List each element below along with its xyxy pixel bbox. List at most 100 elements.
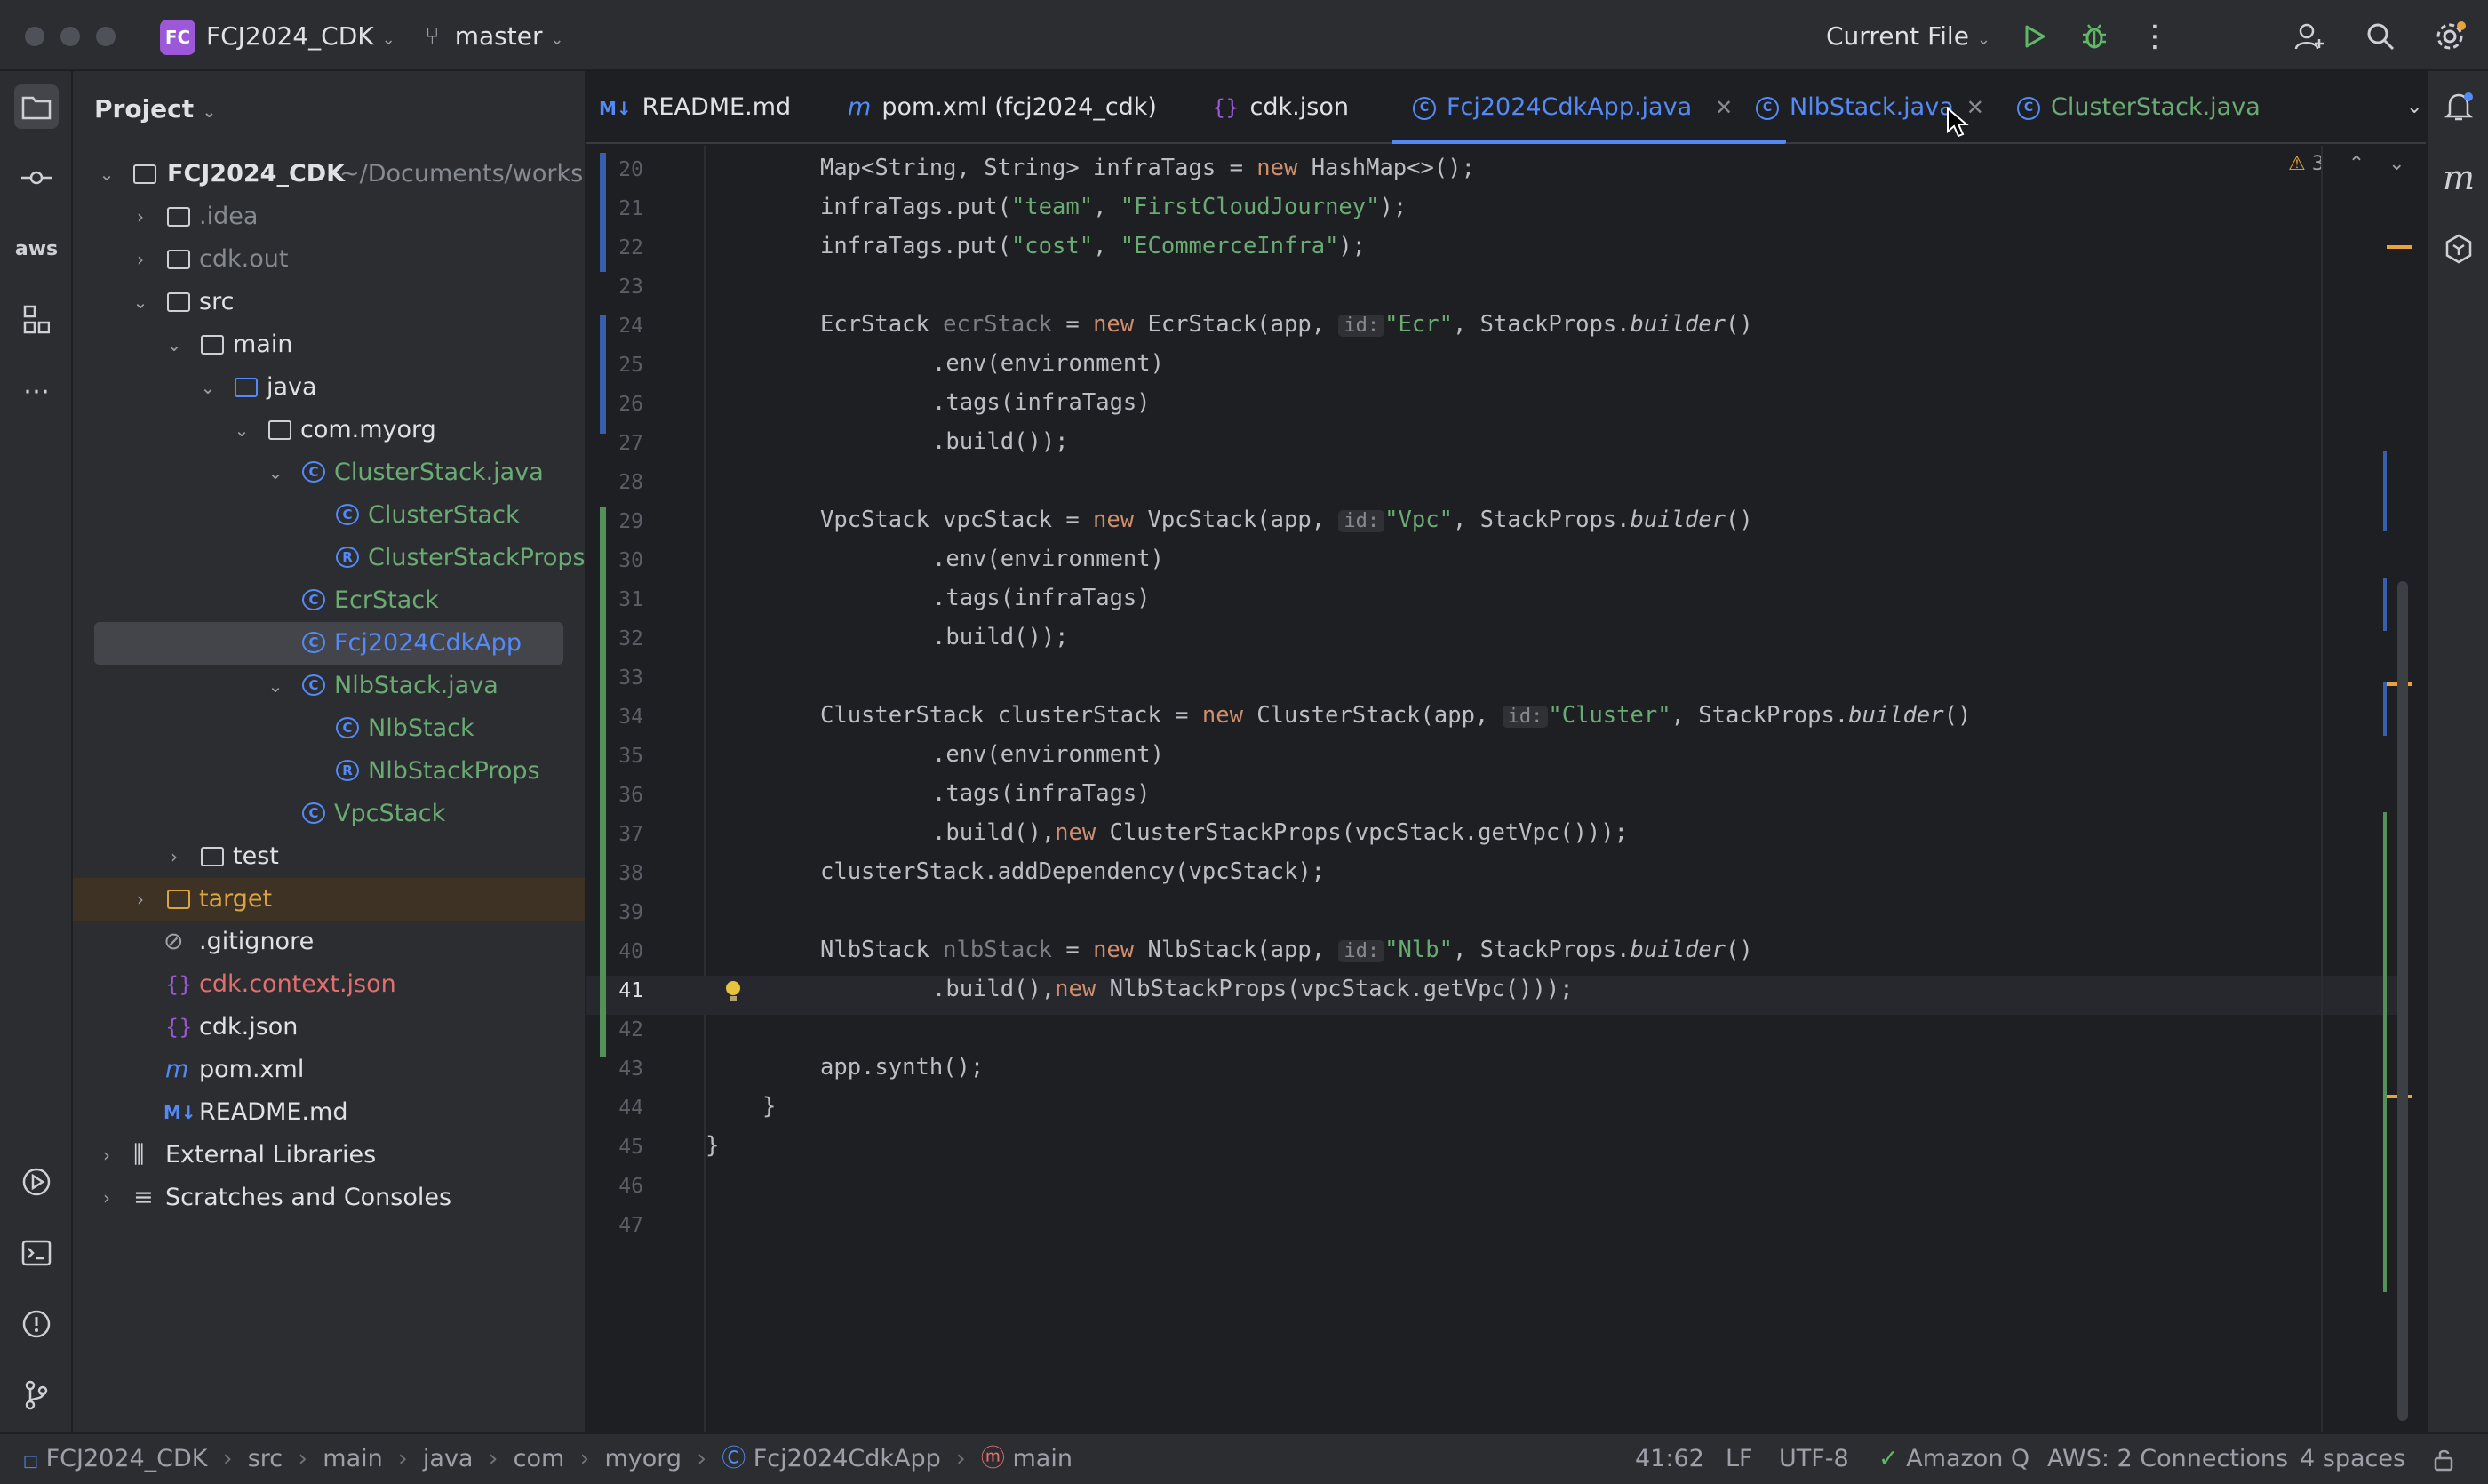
more-actions-icon[interactable]: ⋮ <box>2136 18 2173 55</box>
services-tool-button[interactable] <box>14 1160 59 1204</box>
tree-item-clusterstack[interactable]: C ClusterStack <box>73 494 585 537</box>
search-button[interactable] <box>2362 18 2399 55</box>
project-switcher[interactable]: FCJ2024_CDK ⌄ <box>206 21 395 51</box>
tree-item-fcj2024cdkapp[interactable]: C Fcj2024CdkApp <box>94 622 563 665</box>
tree-item-external-libraries[interactable]: › ⫼ External Libraries <box>73 1134 585 1177</box>
notifications-button[interactable] <box>2436 84 2481 129</box>
tab-list-dropdown[interactable]: ⌄ <box>2406 71 2422 144</box>
project-badge[interactable]: FC <box>160 20 195 55</box>
tab-fcj2024cdkapp[interactable]: C Fcj2024CdkApp.java ✕ <box>1391 71 1787 144</box>
tree-item-ecrstack[interactable]: C EcrStack <box>73 579 585 622</box>
markdown-icon: M↓ <box>163 1102 196 1123</box>
chevron-right-icon[interactable]: › <box>163 835 185 878</box>
caret-position[interactable]: 41:62 <box>1635 1434 1704 1484</box>
breadcrumb-item[interactable]: com <box>514 1445 565 1472</box>
breadcrumb-item[interactable]: FCJ2024_CDK <box>46 1445 208 1472</box>
chevron-down-icon[interactable]: ⌄ <box>197 366 219 409</box>
maven-tool-button[interactable]: m <box>2436 156 2481 200</box>
lock-icon[interactable] <box>2433 1434 2456 1484</box>
tree-item-src[interactable]: ⌄ src <box>73 281 585 323</box>
change-stripe-marker[interactable] <box>2383 682 2387 736</box>
chevron-up-icon[interactable]: ⌃ <box>2348 153 2364 175</box>
aws-connections[interactable]: AWS: 2 Connections <box>2047 1434 2288 1484</box>
chevron-down-icon[interactable]: ⌄ <box>231 409 252 451</box>
aws-toolkit-button[interactable]: aws <box>14 227 59 271</box>
change-stripe-marker[interactable] <box>2383 451 2387 531</box>
tree-item-scratches[interactable]: › ≡ Scratches and Consoles <box>73 1177 585 1219</box>
tree-item-java[interactable]: ⌄ java <box>73 366 585 409</box>
tree-item-target[interactable]: › target <box>73 878 585 921</box>
chevron-down-icon[interactable]: ⌄ <box>96 153 117 195</box>
inspection-widget[interactable]: ⚠ 3 ⌃ ⌄ <box>2288 153 2405 175</box>
zoom-window-button[interactable] <box>96 27 116 46</box>
change-stripe-marker[interactable] <box>2383 812 2387 1292</box>
tree-item-vpcstack[interactable]: C VpcStack <box>73 793 585 835</box>
run-button[interactable] <box>2015 18 2053 55</box>
tree-item-cdk-context-json[interactable]: {} cdk.context.json <box>73 963 585 1006</box>
chevron-down-icon[interactable]: ⌄ <box>2388 153 2404 175</box>
chevron-down-icon[interactable]: ⌄ <box>265 665 286 707</box>
tree-item-main[interactable]: ⌄ main <box>73 323 585 366</box>
tree-item-readme[interactable]: M↓ README.md <box>73 1091 585 1134</box>
tab-pom-xml[interactable]: m pom.xml (fcj2024_cdk) <box>848 71 1157 144</box>
line-ending[interactable]: LF <box>1726 1434 1753 1484</box>
tree-item-package[interactable]: ⌄ com.myorg <box>73 409 585 451</box>
amazon-q-status[interactable]: ✓ Amazon Q <box>1878 1434 2029 1484</box>
settings-button[interactable] <box>2431 18 2468 55</box>
file-encoding[interactable]: UTF-8 <box>1779 1434 1849 1484</box>
terminal-tool-button[interactable] <box>14 1231 59 1275</box>
code-editor[interactable]: 20 21 22 23 24 25 26 27 28 29 30 31 32 3… <box>586 146 2426 1432</box>
markdown-icon: M↓ <box>599 98 632 119</box>
tree-item-nlbstack-java[interactable]: ⌄ C NlbStack.java <box>73 665 585 707</box>
tree-item-gitignore[interactable]: ⊘ .gitignore <box>73 921 585 963</box>
tree-item-nlbstackprops[interactable]: R NlbStackProps <box>73 750 585 793</box>
chevron-down-icon[interactable]: ⌄ <box>130 281 151 323</box>
breadcrumb-item[interactable]: main <box>1013 1445 1073 1472</box>
breadcrumb-item[interactable]: main <box>323 1445 382 1472</box>
amazon-q-tool-button[interactable] <box>2436 227 2481 271</box>
git-tool-button[interactable] <box>14 1373 59 1417</box>
change-stripe-marker[interactable] <box>2383 578 2387 631</box>
chevron-right-icon[interactable]: › <box>130 238 151 281</box>
tree-item-nlbstack[interactable]: C NlbStack <box>73 707 585 750</box>
chevron-down-icon[interactable]: ⌄ <box>163 323 185 366</box>
structure-tool-button[interactable] <box>14 298 59 342</box>
project-tool-button[interactable] <box>14 84 59 129</box>
breadcrumb-item[interactable]: src <box>248 1445 283 1472</box>
close-window-button[interactable] <box>25 27 44 46</box>
commit-tool-button[interactable] <box>14 156 59 200</box>
tree-item-cdk-out[interactable]: › cdk.out <box>73 238 585 281</box>
breadcrumb-item[interactable]: java <box>423 1445 474 1472</box>
debug-button[interactable] <box>2076 18 2113 55</box>
warning-stripe-marker[interactable] <box>2387 245 2412 249</box>
chevron-right-icon[interactable]: › <box>130 195 151 238</box>
tree-item-root[interactable]: ⌄ FCJ2024_CDK ~/Documents/workshop <box>73 153 585 195</box>
breadcrumb-item[interactable]: Fcj2024CdkApp <box>754 1445 941 1472</box>
add-user-button[interactable] <box>2291 18 2328 55</box>
branch-switcher[interactable]: ⑂ master ⌄ <box>425 21 563 51</box>
tree-item-pom-xml[interactable]: m pom.xml <box>73 1049 585 1091</box>
breadcrumb-item[interactable]: myorg <box>604 1445 682 1472</box>
tree-item-test[interactable]: › test <box>73 835 585 878</box>
indent-setting[interactable]: 4 spaces <box>2300 1434 2405 1484</box>
chevron-down-icon[interactable]: ⌄ <box>265 451 286 494</box>
tab-clusterstack[interactable]: C ClusterStack.java <box>2017 71 2261 144</box>
tree-item-clusterstack-java[interactable]: ⌄ C ClusterStack.java <box>73 451 585 494</box>
tree-item-cdk-json[interactable]: {} cdk.json <box>73 1006 585 1049</box>
tab-cdk-json[interactable]: {} cdk.json <box>1212 71 1349 144</box>
editor-scrollbar[interactable] <box>2397 581 2408 1421</box>
run-config-selector[interactable]: Current File ⌄ <box>1826 21 1990 51</box>
close-tab-icon[interactable]: ✕ <box>1715 95 1733 120</box>
lightbulb-icon[interactable] <box>723 979 743 1006</box>
line-number: 26 <box>618 393 643 416</box>
tree-item-clusterstackprops[interactable]: R ClusterStackProps <box>73 537 585 579</box>
chevron-right-icon[interactable]: › <box>96 1134 117 1177</box>
problems-tool-button[interactable] <box>14 1302 59 1346</box>
minimize-window-button[interactable] <box>60 27 80 46</box>
project-panel-header[interactable]: Project ⌄ <box>94 94 216 124</box>
tree-item-idea[interactable]: › .idea <box>73 195 585 238</box>
more-tools-icon[interactable]: ⋯ <box>14 369 59 413</box>
tab-readme[interactable]: M↓ README.md <box>599 71 791 144</box>
chevron-right-icon[interactable]: › <box>130 878 151 921</box>
chevron-right-icon[interactable]: › <box>96 1177 117 1219</box>
